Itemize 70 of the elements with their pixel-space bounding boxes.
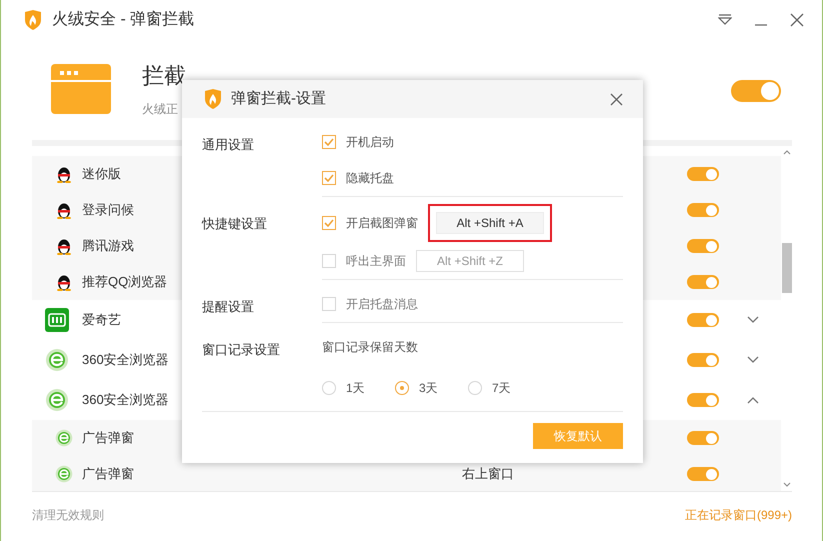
section-label: 窗口记录设置 [202,341,281,359]
checkbox[interactable] [322,254,336,268]
rule-name: 爱奇艺 [82,311,122,330]
toggle-switch[interactable] [687,203,719,217]
close-icon[interactable] [610,92,623,106]
option-label: 3天 [419,380,438,397]
rule-name: 广告弹窗 [82,465,135,484]
toggle-switch[interactable] [687,167,719,181]
toggle-switch[interactable] [687,353,719,367]
hotkey-field[interactable]: Alt +Shift +Z [416,250,524,272]
section-label: 提醒设置 [202,298,255,316]
rule-name: 迷你版 [82,165,122,184]
scrollbar-thumb[interactable] [782,243,792,293]
option-label: 开启截图弹窗 [346,215,418,232]
checkbox[interactable] [322,297,336,311]
option-label: 开启托盘消息 [346,296,418,313]
toggle-switch[interactable] [731,80,781,102]
chevron-down-icon[interactable] [747,316,759,324]
flame-shield-icon [24,10,42,30]
section-label: 通用设置 [202,136,255,154]
cleanup-link[interactable]: 清理无效规则 [32,506,104,524]
toggle-switch[interactable] [687,275,719,289]
rule-name: 360安全浏览器 [82,391,170,410]
e-letter-icon [55,465,73,483]
penguin-icon [56,237,72,255]
scroll-up-icon [783,149,791,155]
chevron-up-icon[interactable] [747,396,759,404]
option-label: 1天 [346,380,365,397]
penguin-icon [56,201,72,219]
option-label: 开机启动 [346,134,394,151]
e-letter-icon [45,388,69,412]
radio-button[interactable] [395,381,409,395]
checkbox[interactable] [322,135,336,149]
rule-name: 腾讯游戏 [82,237,135,256]
window-title: 火绒安全 - 弹窗拦截 [52,10,194,30]
recording-status-link[interactable]: 正在记录窗口(999+) [684,506,792,524]
checkbox[interactable] [322,216,336,230]
toggle-switch[interactable] [687,239,719,253]
browser-window-icon [51,64,111,114]
rule-name: 推荐QQ浏览器 [82,273,168,292]
hotkey-field[interactable]: Alt +Shift +A [436,212,544,234]
rule-name: 登录问候 [82,201,135,220]
option-label: 窗口记录保留天数 [322,339,418,356]
menu-icon[interactable] [718,14,732,26]
reset-button[interactable]: 恢复默认 [533,423,623,449]
toggle-switch[interactable] [687,431,719,445]
penguin-icon [56,165,72,183]
chevron-down-icon[interactable] [747,356,759,364]
toggle-switch[interactable] [687,467,719,481]
page-subtitle: 火绒正 [142,101,179,118]
flame-shield-icon [204,89,222,109]
section-label: 快捷键设置 [202,215,268,233]
position-label: 右上窗口 [462,466,514,482]
e-letter-icon [55,429,73,447]
radio-button[interactable] [322,381,336,395]
radio-button[interactable] [468,381,482,395]
option-label: 隐藏托盘 [346,170,394,187]
option-label: 7天 [492,380,511,397]
e-letter-icon [45,348,69,372]
penguin-icon [56,273,72,291]
close-icon[interactable] [790,13,804,27]
option-label: 呼出主界面 [346,253,406,270]
tv-icon [45,308,69,332]
scroll-down-icon [783,482,791,488]
dialog-title: 弹窗拦截-设置 [231,88,326,109]
rule-name: 广告弹窗 [82,429,135,448]
toggle-switch[interactable] [687,313,719,327]
checkbox[interactable] [322,171,336,185]
rule-name: 360安全浏览器 [82,351,170,370]
toggle-switch[interactable] [687,393,719,407]
